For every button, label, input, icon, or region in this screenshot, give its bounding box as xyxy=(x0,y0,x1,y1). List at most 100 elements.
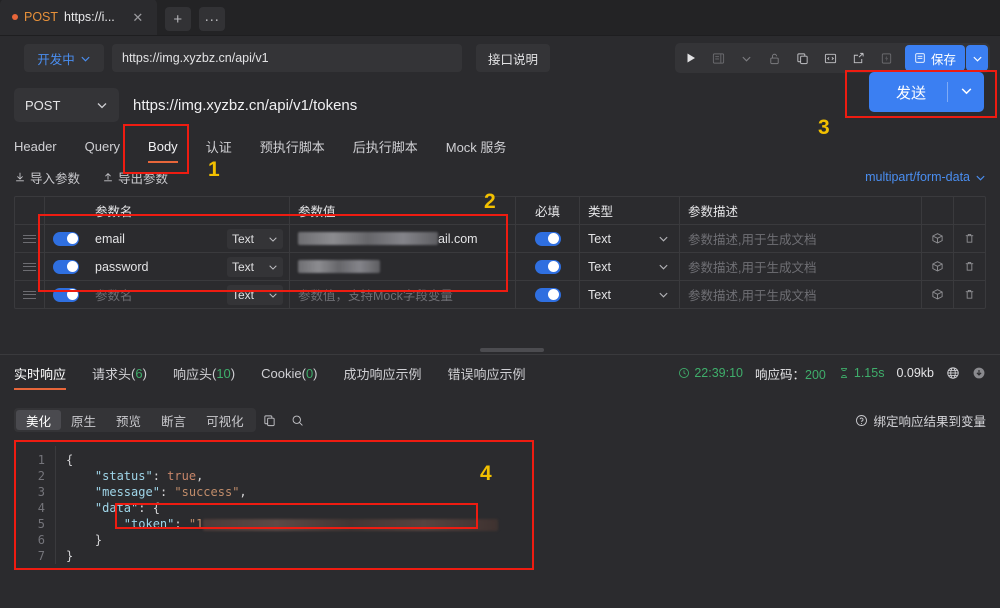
tab-title-label: https://i... xyxy=(64,10,115,24)
param-type-select[interactable]: Text xyxy=(579,281,679,308)
tab-realtime-response[interactable]: 实时响应 xyxy=(14,356,67,390)
header-required: 必填 xyxy=(515,197,579,224)
param-required-toggle[interactable] xyxy=(515,225,579,252)
param-required-toggle[interactable] xyxy=(515,281,579,308)
param-description-input[interactable]: 参数描述,用于生成文档 xyxy=(679,281,921,308)
search-icon[interactable] xyxy=(284,408,312,432)
header-name: 参数名 xyxy=(95,205,133,219)
lock-icon[interactable] xyxy=(761,45,789,71)
export-params-button[interactable]: 导出参数 xyxy=(102,168,168,187)
tab-request-headers[interactable]: 请求头(6) xyxy=(92,356,147,390)
param-delete-icon[interactable] xyxy=(953,281,985,308)
param-delete-icon[interactable] xyxy=(953,225,985,252)
row-enable-toggle[interactable] xyxy=(45,225,87,252)
http-method-select[interactable]: POST xyxy=(14,88,119,122)
table-row: password Text Text 参数描述,用于生成文档 xyxy=(15,252,985,280)
row-drag-handle[interactable] xyxy=(15,253,45,280)
tab-mock-service[interactable]: Mock 服务 xyxy=(446,130,507,162)
param-value-input[interactable] xyxy=(289,253,515,280)
format-tab-beautify[interactable]: 美化 xyxy=(16,410,62,430)
format-tab-assert[interactable]: 断言 xyxy=(151,410,196,430)
tab-pre-script[interactable]: 预执行脚本 xyxy=(260,130,325,162)
save-label: 保存 xyxy=(930,52,956,67)
row-enable-toggle[interactable] xyxy=(45,281,87,308)
annotation-number-4: 4 xyxy=(480,462,492,485)
share-icon[interactable] xyxy=(845,45,873,71)
row-drag-handle[interactable] xyxy=(15,225,45,252)
param-value-input[interactable]: ail.com xyxy=(289,225,515,252)
code-line: } xyxy=(66,549,74,563)
scrollbar-thumb[interactable] xyxy=(480,348,544,352)
format-tab-preview[interactable]: 预览 xyxy=(106,410,151,430)
save-button[interactable]: 保存 xyxy=(904,45,965,71)
run-icon[interactable] xyxy=(677,45,705,71)
format-tab-raw[interactable]: 原生 xyxy=(61,410,106,430)
tab-cookie[interactable]: Cookie(0) xyxy=(261,356,317,390)
request-url-input[interactable]: https://img.xyzbz.cn/api/v1/tokens xyxy=(133,97,357,114)
line-number: 7 xyxy=(37,549,45,563)
param-table: 参数名 参数值 必填 类型 参数描述 email Text ail.com Te… xyxy=(14,196,986,309)
param-box-icon[interactable] xyxy=(921,281,953,308)
param-value-suffix: ail.com xyxy=(438,231,478,246)
tab-response-headers-label: 响应头 xyxy=(172,366,212,382)
globe-icon[interactable] xyxy=(946,366,960,380)
import-params-button[interactable]: 导入参数 xyxy=(14,168,80,187)
header-icon-col-2 xyxy=(953,197,985,224)
response-code-viewer[interactable]: 1 2 3 4 5 6 7 { "status": true, "message… xyxy=(0,446,1000,608)
api-doc-button[interactable]: 接口说明 xyxy=(476,44,551,72)
chevron-down-icon[interactable] xyxy=(733,45,761,71)
save-dropdown-button[interactable] xyxy=(966,45,988,71)
help-icon xyxy=(856,414,868,426)
base-url-input[interactable]: https://img.xyzbz.cn/api/v1 xyxy=(112,44,462,72)
row-drag-handle[interactable] xyxy=(15,281,45,308)
content-type-select[interactable]: multipart/form-data xyxy=(865,170,986,184)
horizontal-scrollbar[interactable] xyxy=(0,346,1000,354)
send-dropdown-icon[interactable] xyxy=(948,84,984,100)
param-value-input[interactable]: 参数值，支持Mock字段变量 xyxy=(289,281,515,308)
upload-icon xyxy=(104,172,112,182)
row-enable-toggle[interactable] xyxy=(45,253,87,280)
param-delete-icon[interactable] xyxy=(953,253,985,280)
param-description-input[interactable]: 参数描述,用于生成文档 xyxy=(679,225,921,252)
param-description-input[interactable]: 参数描述,用于生成文档 xyxy=(679,253,921,280)
param-valuetype-label: Text xyxy=(232,287,255,302)
tab-post-script[interactable]: 后执行脚本 xyxy=(353,130,418,162)
tab-query[interactable]: Query xyxy=(85,130,120,162)
tab-body[interactable]: Body xyxy=(148,130,178,163)
request-tab[interactable]: POST https://i... ✕ xyxy=(0,0,157,35)
more-options-icon[interactable]: ··· xyxy=(198,7,225,31)
param-valuetype-select[interactable]: Text xyxy=(227,225,289,252)
tab-strip: POST https://i... ✕ + ··· xyxy=(0,0,1000,36)
response-format-bar: 美化 原生 预览 断言 可视化 绑定响应结果到变量 xyxy=(0,404,1000,436)
param-name-input[interactable]: email xyxy=(87,225,227,252)
tab-header[interactable]: Header xyxy=(14,130,57,162)
param-valuetype-select[interactable]: Text xyxy=(227,281,289,308)
header-type-col xyxy=(227,197,289,224)
copy-response-icon[interactable] xyxy=(256,408,284,432)
download-response-icon[interactable] xyxy=(972,366,986,380)
param-name-input[interactable]: 参数名 xyxy=(87,281,227,308)
tab-response-headers[interactable]: 响应头(10) xyxy=(173,356,235,390)
param-box-icon[interactable] xyxy=(921,225,953,252)
param-type-select[interactable]: Text xyxy=(579,253,679,280)
new-tab-button[interactable]: + xyxy=(164,7,191,31)
param-valuetype-select[interactable]: Text xyxy=(227,253,289,280)
code-icon[interactable] xyxy=(817,45,845,71)
bind-response-variable-button[interactable]: 绑定响应结果到变量 xyxy=(855,411,986,430)
param-type-select[interactable]: Text xyxy=(579,225,679,252)
chevron-down-icon xyxy=(972,56,982,62)
param-box-icon[interactable] xyxy=(921,253,953,280)
send-button[interactable]: 发送 xyxy=(869,72,984,112)
table-row: email Text ail.com Text 参数描述,用于生成文档 xyxy=(15,224,985,252)
tab-error-example[interactable]: 错误响应示例 xyxy=(448,356,526,390)
param-name-input[interactable]: password xyxy=(87,253,227,280)
param-required-toggle[interactable] xyxy=(515,253,579,280)
drag-icon xyxy=(23,288,36,301)
doc-panel-icon[interactable] xyxy=(705,45,733,71)
close-icon[interactable]: ✕ xyxy=(129,8,147,26)
tab-success-example[interactable]: 成功响应示例 xyxy=(344,356,422,390)
copy-icon[interactable] xyxy=(789,45,817,71)
environment-select[interactable]: 开发中 xyxy=(24,44,104,72)
format-tab-visualize[interactable]: 可视化 xyxy=(196,410,254,430)
lightning-icon[interactable] xyxy=(873,45,901,71)
